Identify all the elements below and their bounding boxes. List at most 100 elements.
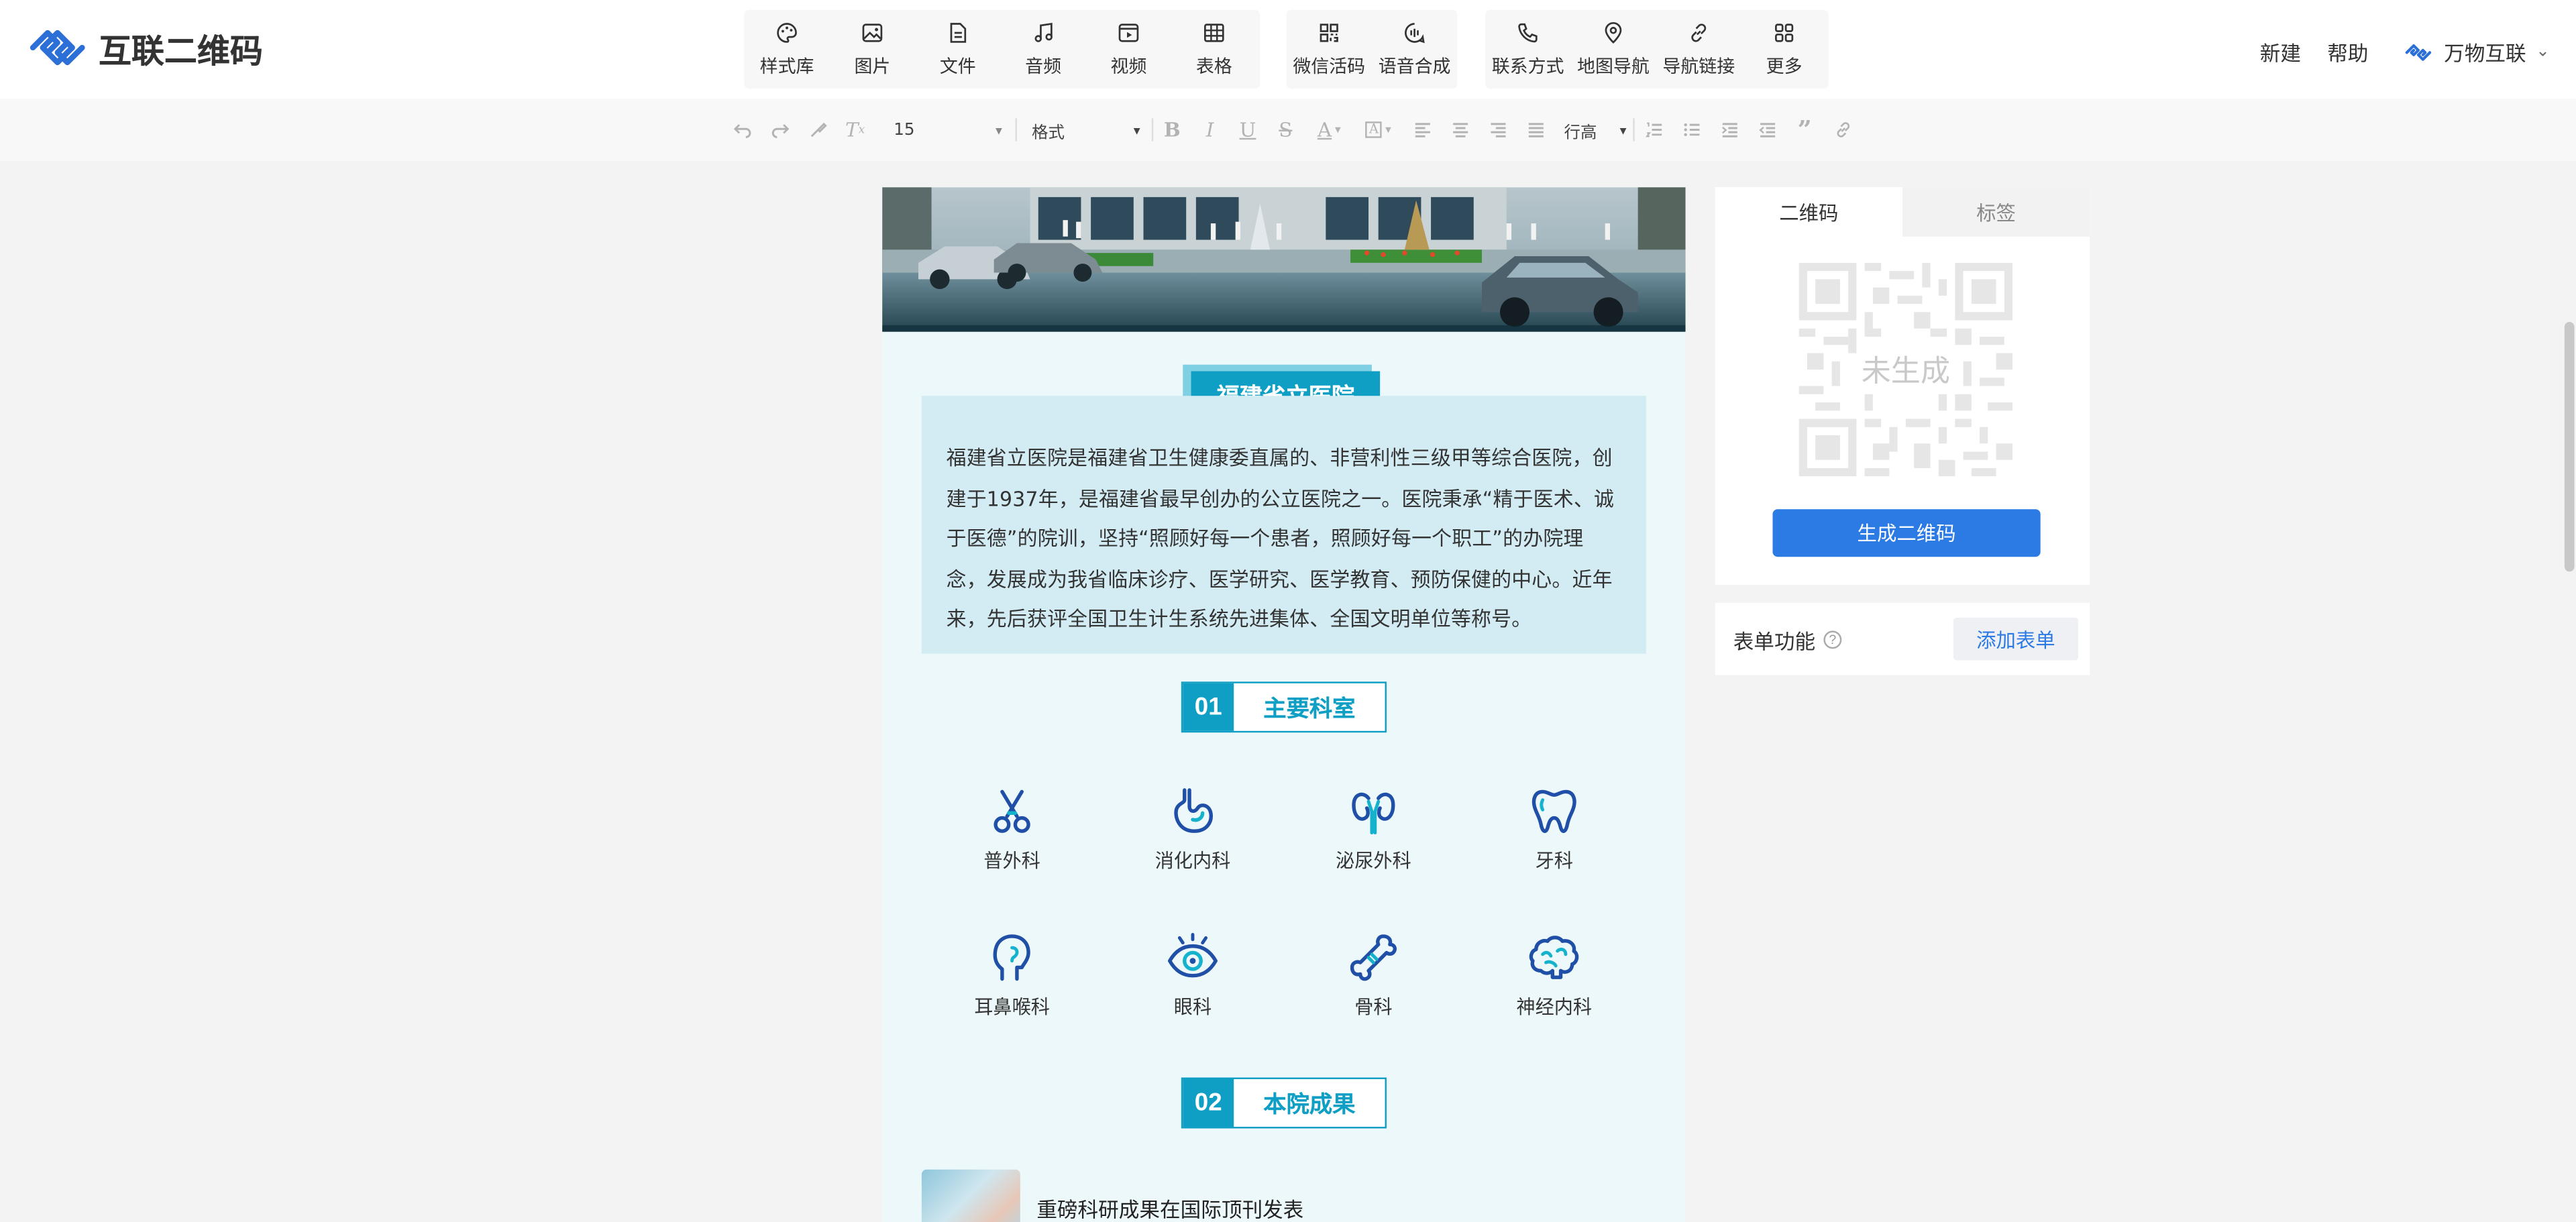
insert-toolbar-group-1: 样式库 图片 文件 音频 视频 表格 [744,9,1260,89]
scissors-icon [994,789,1030,833]
undo-icon[interactable] [723,99,761,161]
department-general-surgery[interactable]: 普外科 [947,785,1078,884]
insert-toolbar-group-3: 联系方式 地图导航 导航链接 更多 [1485,9,1829,89]
chevron-down-icon: ⌄ [2536,42,2550,61]
department-orthopedics[interactable]: 骨科 [1307,932,1439,1030]
intro-text: 福建省立医院是福建省卫生健康委直属的、非营利性三级甲等综合医院，创建于1937年… [946,447,1615,632]
align-center-icon[interactable] [1441,99,1479,161]
app-name: 互联二维码 [98,30,263,70]
department-ophthalmology[interactable]: 眼科 [1127,932,1258,1030]
align-left-icon[interactable] [1403,99,1440,161]
app-logo[interactable]: 互联二维码 [26,23,263,72]
section-heading-achievements: 02 本院成果 [1181,1077,1387,1129]
qr-grid-icon [1320,23,1338,42]
link-icon [1691,23,1707,42]
kidney-icon [1352,792,1395,835]
department-urology[interactable]: 泌尿外科 [1307,785,1439,884]
section-heading-departments: 01 主要科室 [1181,681,1387,733]
intro-box[interactable]: 福建省立医院是福建省卫生健康委直属的、非营利性三级甲等综合医院，创建于1937年… [921,396,1646,654]
tool-nav-link[interactable]: 导航链接 [1656,10,1741,89]
account-name: 万物互联 [2444,41,2526,66]
font-color-icon[interactable]: A ▾ [1305,99,1354,161]
editor-canvas[interactable]: 福建省立医院 福建省立医院是福建省卫生健康委直属的、非营利性三级甲等综合医院，创… [882,187,1686,1222]
qr-code-placeholder: 未生成 [1799,262,2013,477]
format-toolbar: Tx 15 ▾ 格式 ▾ B I U S A ▾ A ▾ 行高 ▾ ” [0,98,2576,162]
outdent-icon[interactable] [1748,99,1786,161]
highlight-color-icon[interactable]: A ▾ [1354,99,1403,161]
insert-toolbar-group-2: 微信活码 语音合成 [1286,9,1458,89]
panel-tabs: 二维码 标签 [1715,187,2090,237]
tab-qr-code[interactable]: 二维码 [1715,187,1902,237]
tool-video[interactable]: 视频 [1086,10,1171,89]
department-neurology[interactable]: 神经内科 [1489,932,1620,1030]
quote-icon[interactable]: ” [1786,99,1823,161]
bold-icon[interactable]: B [1153,99,1191,161]
generate-qr-button[interactable]: 生成二维码 [1772,509,2041,557]
format-painter-icon[interactable] [798,99,836,161]
tool-map-navigation[interactable]: 地图导航 [1570,10,1656,89]
top-bar: 互联二维码 样式库 图片 文件 音频 视频 表格 微信活码 语音合成 联系方式 … [0,0,2576,99]
format-select[interactable]: 格式 ▾ [1032,117,1140,142]
hospital-photo[interactable] [882,187,1686,332]
tool-table[interactable]: 表格 [1171,10,1256,89]
new-button[interactable]: 新建 [2260,36,2301,68]
bullet-list-icon[interactable] [1672,99,1710,161]
form-feature-label: 表单功能 [1733,628,1816,653]
help-circle-icon[interactable]: ? [1823,630,1842,649]
section-number: 02 [1183,1078,1234,1127]
tool-file[interactable]: 文件 [915,10,1000,89]
palette-icon [777,21,797,42]
tool-wechat-live-code[interactable]: 微信活码 [1287,10,1372,89]
tool-image[interactable]: 图片 [830,10,915,89]
image-icon [862,23,883,42]
section-label: 主要科室 [1263,696,1356,722]
file-icon [950,21,967,42]
redo-icon[interactable] [761,99,798,161]
font-size-select[interactable]: 15 ▾ [894,121,1002,139]
section-number: 01 [1183,683,1234,731]
tool-contact[interactable]: 联系方式 [1485,10,1570,89]
clear-format-icon[interactable]: Tx [837,99,874,161]
header-actions: 新建 帮助 万物互联 ⌄ [2234,36,2550,68]
music-icon [1034,21,1053,42]
form-feature-panel: 表单功能 ? 添加表单 [1715,602,2090,675]
divider [1015,118,1017,142]
tool-style-library[interactable]: 样式库 [744,10,829,89]
page-scrollbar[interactable] [2564,322,2575,572]
brand-logo-icon [2404,43,2431,60]
tool-voice-synthesis[interactable]: 语音合成 [1372,10,1457,89]
achievement-thumbnail [921,1169,1020,1222]
italic-icon[interactable]: I [1191,99,1229,161]
tool-more[interactable]: 更多 [1741,10,1827,89]
achievement-title: 重磅科研成果在国际顶刊发表 [1036,1197,1304,1222]
department-gastroenterology[interactable]: 消化内科 [1127,785,1258,884]
brain-icon [1529,936,1579,979]
eye-icon [1167,933,1218,978]
tool-audio[interactable]: 音频 [1000,10,1085,89]
add-form-button[interactable]: 添加表单 [1953,617,2078,661]
ordered-list-icon[interactable] [1635,99,1672,161]
help-button[interactable]: 帮助 [2327,36,2368,68]
more-grid-icon [1775,23,1794,42]
achievement-item[interactable]: 重磅科研成果在国际顶刊发表 [921,1169,1304,1222]
line-height-select[interactable]: 行高 ▾ [1564,117,1626,142]
voice-icon [1405,21,1425,43]
format-tools: Tx 15 ▾ 格式 ▾ B I U S A ▾ A ▾ 行高 ▾ ” [723,99,1862,161]
map-pin-icon [1605,21,1622,43]
department-ent[interactable]: 耳鼻喉科 [947,932,1078,1030]
justify-icon[interactable] [1516,99,1554,161]
phone-icon [1518,22,1538,42]
stomach-icon [1174,788,1213,833]
account-menu[interactable]: 万物互联 ⌄ [2401,36,2550,68]
department-dental[interactable]: 牙科 [1489,785,1620,884]
logo-icon [30,30,85,66]
link-icon[interactable] [1823,99,1861,161]
align-right-icon[interactable] [1479,99,1516,161]
strikethrough-icon[interactable]: S [1267,99,1304,161]
tab-tags[interactable]: 标签 [1902,187,2090,237]
qr-not-generated-label: 未生成 [1861,354,1950,390]
underline-icon[interactable]: U [1229,99,1267,161]
indent-icon[interactable] [1710,99,1748,161]
qr-code-panel: 二维码 标签 未生成 生成二维码 [1715,187,2090,585]
section-label: 本院成果 [1263,1091,1356,1118]
